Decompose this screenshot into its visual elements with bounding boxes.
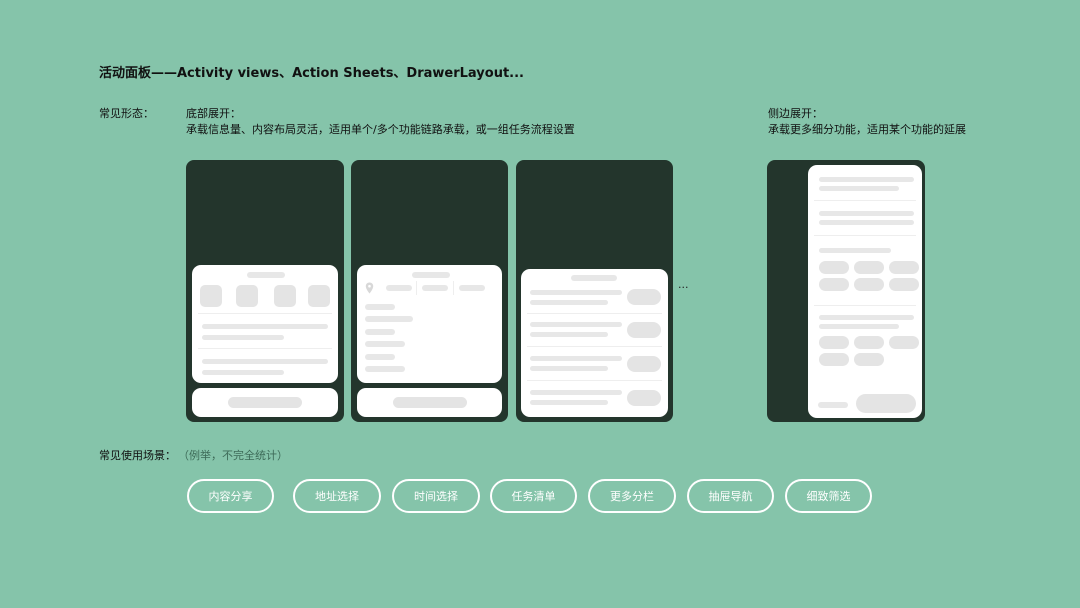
text-placeholder [530, 300, 608, 305]
filter-chip-placeholder [854, 278, 884, 291]
scenes-note: （例举，不完全统计） [178, 449, 288, 462]
sheet-title-placeholder [412, 272, 450, 278]
list-item-placeholder [365, 354, 395, 360]
text-placeholder [202, 359, 328, 364]
address-sheet-card [357, 265, 502, 383]
list-item-placeholder [365, 329, 395, 335]
phone-mockup-drawer [767, 160, 925, 422]
filter-chip-placeholder [889, 261, 919, 274]
reset-placeholder [818, 402, 848, 408]
side-heading: 侧边展开： [768, 107, 823, 120]
text-placeholder [202, 370, 284, 375]
action-pill [627, 322, 661, 338]
list-item-placeholder [365, 341, 405, 347]
forms-label: 常见形态： [99, 107, 154, 120]
list-item-placeholder [365, 366, 405, 372]
text-placeholder [530, 322, 622, 327]
text-placeholder [819, 177, 914, 182]
scene-chip-address[interactable]: 地址选择 [293, 479, 381, 513]
text-placeholder [530, 390, 622, 395]
text-placeholder [530, 290, 622, 295]
sheet-title-placeholder [247, 272, 285, 278]
action-pill [627, 390, 661, 406]
share-sheet-card [192, 265, 338, 383]
side-description: 承载更多细分功能，适用某个功能的延展 [768, 123, 966, 136]
text-placeholder [819, 315, 914, 320]
filter-chip-placeholder [854, 353, 884, 366]
text-placeholder [530, 366, 608, 371]
text-placeholder [202, 335, 284, 340]
share-app-icon [200, 285, 222, 307]
action-pill [627, 289, 661, 305]
scene-chip-drawer-nav[interactable]: 抽屉导航 [687, 479, 774, 513]
confirm-button-mock [357, 388, 502, 417]
scene-chip-filter[interactable]: 细致筛选 [785, 479, 872, 513]
text-placeholder [202, 324, 328, 329]
text-placeholder [530, 356, 622, 361]
sheet-title-placeholder [571, 275, 617, 281]
filter-chip-placeholder [819, 261, 849, 274]
list-item-placeholder [365, 304, 395, 310]
share-app-icon [308, 285, 330, 307]
text-placeholder [530, 332, 608, 337]
drawer-panel [808, 165, 922, 418]
filter-chip-placeholder [819, 278, 849, 291]
cancel-button-mock [192, 388, 338, 417]
bottom-description: 承载信息量、内容布局灵活，适用单个/多个功能链路承载，或一组任务流程设置 [186, 123, 575, 136]
text-placeholder [819, 211, 914, 216]
filter-chip-placeholder [889, 336, 919, 349]
phone-mockup-address [351, 160, 508, 422]
filter-chip-placeholder [854, 261, 884, 274]
list-item-placeholder [365, 316, 413, 322]
phone-mockup-tasklist [516, 160, 673, 422]
scene-chip-tasklist[interactable]: 任务清单 [490, 479, 577, 513]
text-placeholder [530, 400, 608, 405]
share-app-icon [274, 285, 296, 307]
location-pin-icon [365, 282, 374, 294]
text-placeholder [819, 220, 914, 225]
scene-chip-time[interactable]: 时间选择 [392, 479, 480, 513]
text-placeholder [819, 248, 891, 253]
page-title: 活动面板——Activity views、Action Sheets、Drawe… [99, 66, 524, 81]
confirm-placeholder [393, 397, 467, 408]
bottom-heading: 底部展开： [186, 107, 241, 120]
share-app-icon [236, 285, 258, 307]
cancel-placeholder [228, 397, 302, 408]
text-placeholder [819, 324, 899, 329]
tab-placeholder [459, 285, 485, 291]
filter-chip-placeholder [854, 336, 884, 349]
task-sheet-card [521, 269, 668, 417]
scene-chip-more-columns[interactable]: 更多分栏 [588, 479, 676, 513]
confirm-placeholder [856, 394, 916, 413]
more-ellipsis: ... [678, 278, 689, 291]
filter-chip-placeholder [819, 336, 849, 349]
filter-chip-placeholder [889, 278, 919, 291]
action-pill [627, 356, 661, 372]
filter-chip-placeholder [819, 353, 849, 366]
scenes-label: 常见使用场景： [99, 449, 176, 462]
text-placeholder [819, 186, 899, 191]
tab-placeholder [422, 285, 448, 291]
phone-mockup-share [186, 160, 344, 422]
tab-placeholder [386, 285, 412, 291]
scene-chip-share[interactable]: 内容分享 [187, 479, 274, 513]
